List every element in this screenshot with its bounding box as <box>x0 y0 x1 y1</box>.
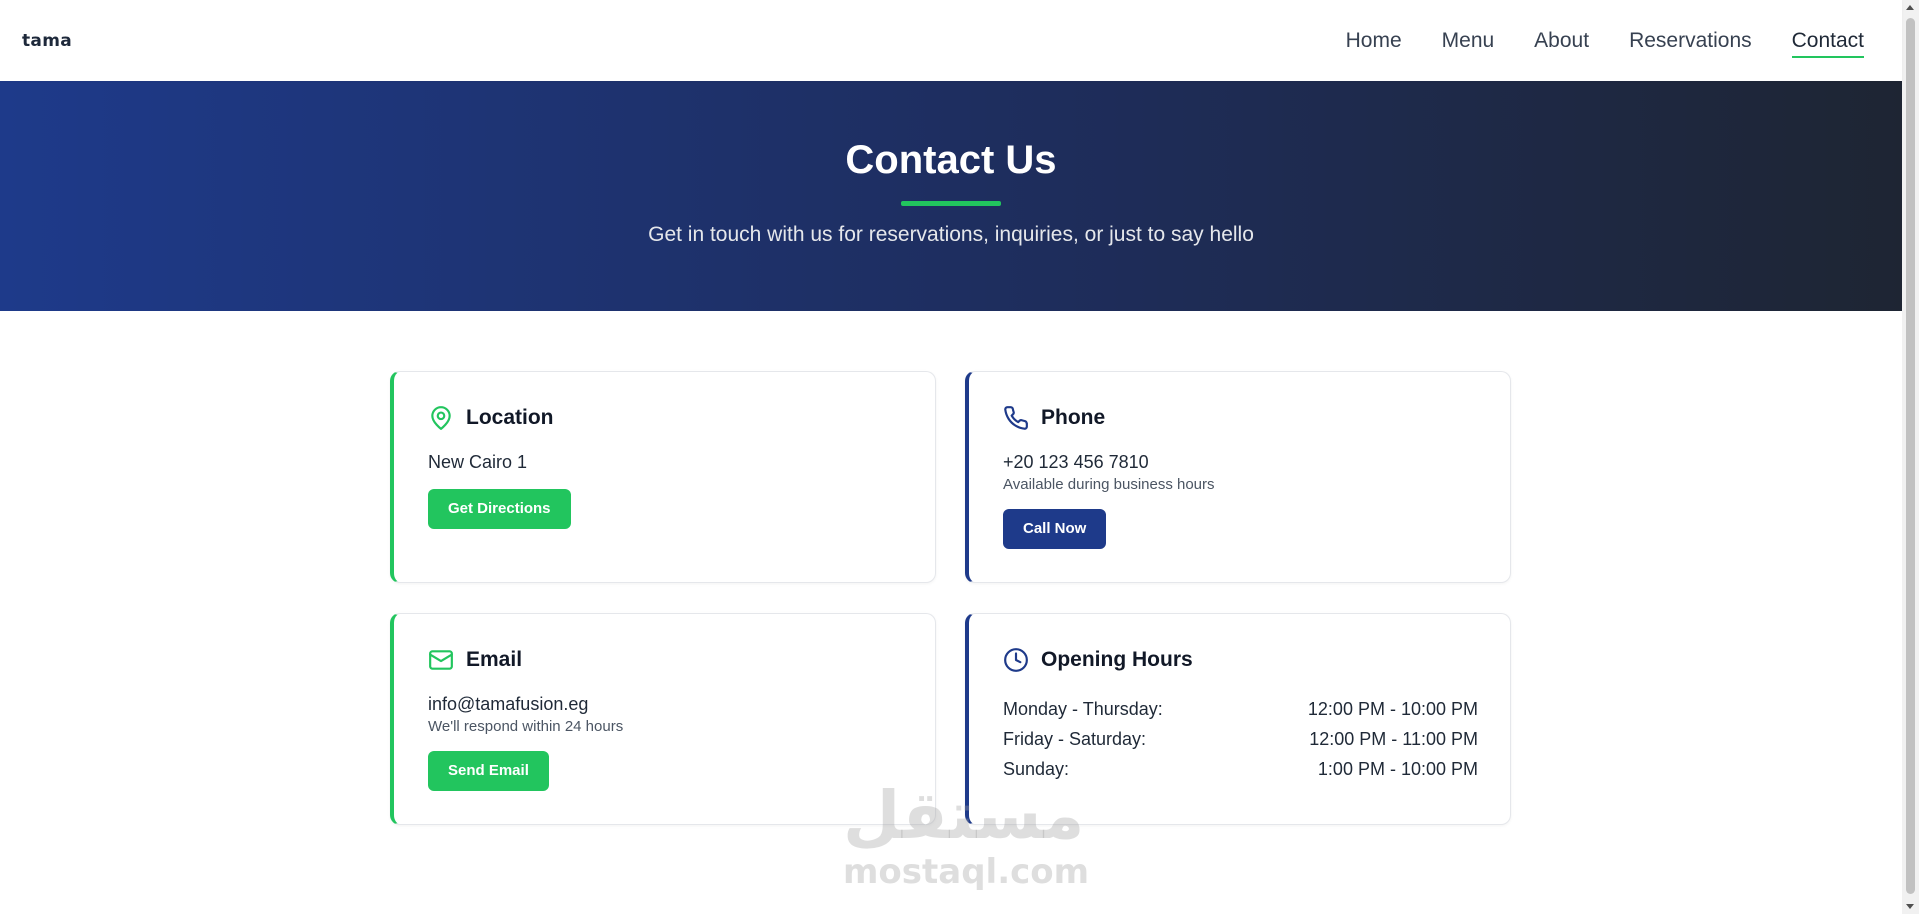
opening-hours-title: Opening Hours <box>1041 648 1193 671</box>
phone-card: Phone +20 123 456 7810 Available during … <box>965 371 1511 583</box>
hours-days: Monday - Thursday: <box>1003 699 1163 719</box>
watermark: مستقل mostaql.com <box>843 777 1090 900</box>
nav-links: Home Menu About Reservations Contact <box>1346 21 1865 61</box>
page-title: Contact Us <box>845 138 1057 182</box>
email-title: Email <box>466 648 523 671</box>
hours-time: 12:00 PM - 11:00 PM <box>1309 729 1478 749</box>
get-directions-button[interactable]: Get Directions <box>428 489 571 529</box>
hours-time: 1:00 PM - 10:00 PM <box>1317 759 1478 779</box>
phone-note: Available during business hours <box>1003 476 1215 493</box>
hours-days: Friday - Saturday: <box>1003 729 1147 749</box>
scroll-down-arrow-icon[interactable] <box>1906 904 1914 909</box>
hours-list: Monday - Thursday: 12:00 PM - 10:00 PM F… <box>1003 694 1478 784</box>
logo[interactable]: tama <box>22 31 72 51</box>
vertical-scrollbar[interactable] <box>1902 0 1919 914</box>
nav-link-menu[interactable]: Menu <box>1442 21 1495 61</box>
location-title: Location <box>466 406 554 429</box>
send-email-button[interactable]: Send Email <box>428 751 549 791</box>
nav-link-about[interactable]: About <box>1534 21 1589 61</box>
watermark-latin: mostaql.com <box>843 852 1090 892</box>
hours-row: Friday - Saturday: 12:00 PM - 11:00 PM <box>1003 724 1478 754</box>
scroll-thumb[interactable] <box>1906 18 1915 894</box>
phone-title: Phone <box>1041 406 1106 429</box>
nav-link-reservations[interactable]: Reservations <box>1629 21 1752 61</box>
navbar: tama Home Menu About Reservations Contac… <box>0 0 1902 81</box>
map-pin-icon <box>428 405 454 431</box>
location-card: Location New Cairo 1 Get Directions <box>390 371 936 583</box>
email-note: We'll respond within 24 hours <box>428 718 624 735</box>
title-underline <box>901 201 1001 206</box>
clock-icon <box>1003 647 1029 673</box>
nav-link-contact[interactable]: Contact <box>1791 21 1865 61</box>
scroll-up-arrow-icon[interactable] <box>1906 5 1914 10</box>
email-value[interactable]: info@tamafusion.eg <box>428 694 903 715</box>
hours-row: Monday - Thursday: 12:00 PM - 10:00 PM <box>1003 694 1478 724</box>
call-now-button[interactable]: Call Now <box>1003 509 1107 549</box>
mail-icon <box>428 647 454 673</box>
watermark-arabic: مستقل <box>843 777 1085 854</box>
page-subtitle: Get in touch with us for reservations, i… <box>648 223 1254 246</box>
nav-link-home[interactable]: Home <box>1346 21 1402 61</box>
phone-icon <box>1003 405 1029 431</box>
hours-time: 12:00 PM - 10:00 PM <box>1307 699 1478 719</box>
hero-banner: Contact Us Get in touch with us for rese… <box>0 81 1902 311</box>
phone-value[interactable]: +20 123 456 7810 <box>1003 452 1478 473</box>
location-value: New Cairo 1 <box>428 452 528 472</box>
